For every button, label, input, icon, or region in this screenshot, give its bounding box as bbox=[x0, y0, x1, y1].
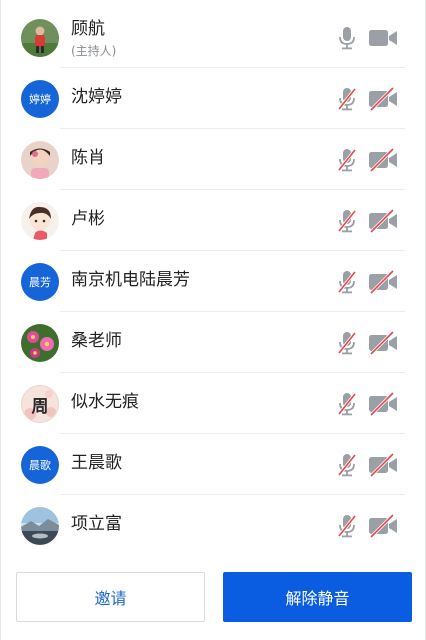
participant-name: 王晨歌 bbox=[71, 453, 122, 473]
participant-name: 顾航 bbox=[71, 19, 105, 39]
participant-row[interactable]: 婷婷 沈婷婷 bbox=[1, 68, 426, 129]
video-camera-off-icon[interactable] bbox=[368, 148, 398, 172]
video-camera-off-icon[interactable] bbox=[368, 514, 398, 538]
participant-row[interactable]: 晨歌 王晨歌 bbox=[1, 434, 426, 495]
participant-list: 顾航 (主持人) 婷婷 沈婷婷 陈肖 卢彬 晨芳 南京机电陆晨芳 桑老师 周 似… bbox=[1, 7, 426, 556]
video-camera-off-icon[interactable] bbox=[368, 270, 398, 294]
avatar bbox=[21, 324, 59, 362]
participant-name: 桑老师 bbox=[71, 331, 122, 351]
microphone-muted-icon[interactable] bbox=[337, 331, 357, 355]
microphone-muted-icon[interactable] bbox=[337, 392, 357, 416]
avatar: 婷婷 bbox=[21, 80, 59, 118]
participant-name: 沈婷婷 bbox=[71, 87, 122, 107]
microphone-muted-icon[interactable] bbox=[337, 87, 357, 111]
video-camera-off-icon[interactable] bbox=[368, 392, 398, 416]
video-camera-icon[interactable] bbox=[368, 26, 398, 50]
microphone-muted-icon[interactable] bbox=[337, 270, 357, 294]
action-footer: 邀请 解除静音 bbox=[1, 560, 426, 640]
microphone-icon[interactable] bbox=[337, 26, 357, 50]
avatar-photo-child bbox=[21, 141, 59, 179]
participant-row[interactable]: 顾航 (主持人) bbox=[1, 7, 426, 68]
participant-panel: 顾航 (主持人) 婷婷 沈婷婷 陈肖 卢彬 晨芳 南京机电陆晨芳 桑老师 周 似… bbox=[0, 0, 426, 640]
avatar: 晨芳 bbox=[21, 263, 59, 301]
microphone-muted-icon[interactable] bbox=[337, 209, 357, 233]
avatar: 周 bbox=[21, 385, 59, 423]
microphone-muted-icon[interactable] bbox=[337, 148, 357, 172]
video-camera-off-icon[interactable] bbox=[368, 453, 398, 477]
participant-name: 陈肖 bbox=[71, 148, 105, 168]
participant-name: 卢彬 bbox=[71, 209, 105, 229]
avatar-photo-cartoon bbox=[21, 202, 59, 240]
participant-name: 南京机电陆晨芳 bbox=[71, 270, 190, 290]
avatar bbox=[21, 507, 59, 545]
participant-row[interactable]: 项立富 bbox=[1, 495, 426, 556]
avatar bbox=[21, 141, 59, 179]
invite-button[interactable]: 邀请 bbox=[16, 572, 205, 622]
participant-row[interactable]: 晨芳 南京机电陆晨芳 bbox=[1, 251, 426, 312]
participant-row[interactable]: 卢彬 bbox=[1, 190, 426, 251]
video-camera-off-icon[interactable] bbox=[368, 331, 398, 355]
avatar bbox=[21, 202, 59, 240]
microphone-muted-icon[interactable] bbox=[337, 514, 357, 538]
unmute-all-button[interactable]: 解除静音 bbox=[223, 572, 412, 622]
participant-row[interactable]: 陈肖 bbox=[1, 129, 426, 190]
participant-row[interactable]: 桑老师 bbox=[1, 312, 426, 373]
participant-name: 项立富 bbox=[71, 514, 122, 534]
microphone-muted-icon[interactable] bbox=[337, 453, 357, 477]
avatar-photo-flowers bbox=[21, 324, 59, 362]
avatar-calligraphy-text: 周 bbox=[31, 396, 49, 417]
video-camera-off-icon[interactable] bbox=[368, 87, 398, 111]
avatar-photo-person bbox=[21, 19, 59, 57]
host-label: (主持人) bbox=[71, 44, 117, 58]
avatar bbox=[21, 19, 59, 57]
avatar-photo-landscape bbox=[21, 507, 59, 545]
video-camera-off-icon[interactable] bbox=[368, 209, 398, 233]
participant-row[interactable]: 周 似水无痕 bbox=[1, 373, 426, 434]
avatar: 晨歌 bbox=[21, 446, 59, 484]
participant-name: 似水无痕 bbox=[71, 392, 139, 412]
